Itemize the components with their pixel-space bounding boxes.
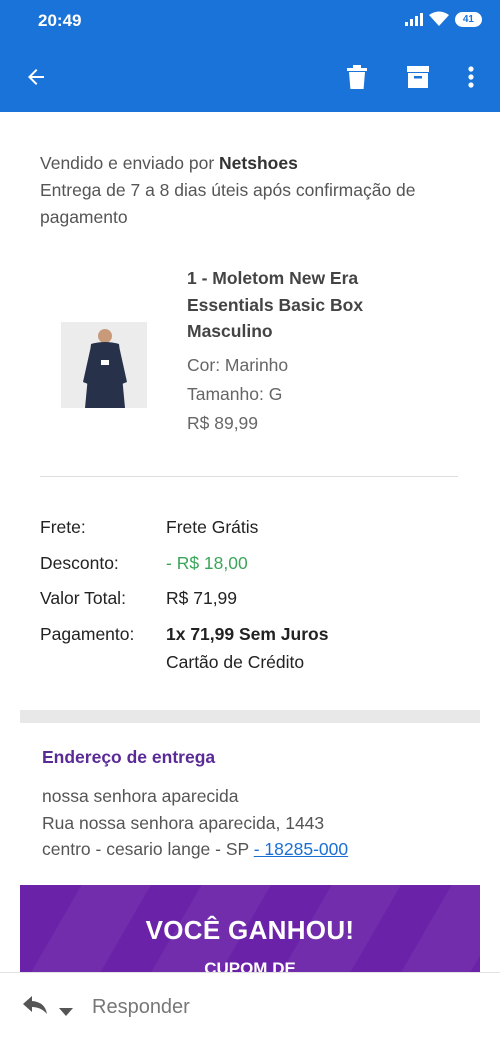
total-row: Valor Total: R$ 71,99 — [40, 585, 470, 621]
more-vert-icon[interactable] — [456, 62, 486, 92]
order-summary: Frete: Frete Grátis Desconto: - R$ 18,00… — [40, 514, 470, 672]
wifi-icon — [428, 11, 449, 26]
chevron-down-icon[interactable] — [59, 1003, 73, 1021]
zip-link[interactable]: - 18285-000 — [254, 839, 348, 859]
trash-icon[interactable] — [342, 62, 372, 92]
promo-subtitle: CUPOM DE — [204, 959, 296, 972]
product-color: Cor: Marinho — [187, 354, 289, 375]
total-value: R$ 71,99 — [166, 588, 238, 608]
seller-info: Vendido e enviado por Netshoes Entrega d… — [40, 150, 460, 231]
discount-row: Desconto: - R$ 18,00 — [40, 550, 470, 586]
delivery-address: nossa senhora aparecida Rua nossa senhor… — [42, 783, 348, 863]
delivery-text: Entrega de 7 a 8 dias úteis após confirm… — [40, 180, 416, 227]
email-body: Vendido e enviado por Netshoes Entrega d… — [0, 112, 500, 972]
product-name[interactable]: 1 - Moletom New Era Essentials Basic Box… — [187, 265, 447, 345]
product-price: R$ 89,99 — [187, 412, 259, 433]
promo-title: VOCÊ GANHOU! — [145, 915, 355, 945]
discount-value: - R$ 18,00 — [166, 552, 248, 573]
product-details: 1 - Moletom New Era Essentials Basic Box… — [187, 265, 447, 438]
address-line3: centro - cesario lange - SP — [42, 839, 254, 859]
payment-label: Pagamento: — [40, 623, 135, 644]
seller-prefix: Vendido e enviado por — [40, 153, 220, 173]
address-title: Endereço de entrega — [42, 747, 216, 767]
total-label: Valor Total: — [40, 588, 126, 608]
divider — [40, 476, 458, 477]
status-bar: 20:49 41 — [0, 0, 500, 42]
payment-method: Cartão de Crédito — [166, 652, 305, 672]
product-size: Tamanho: G — [187, 383, 283, 404]
back-arrow-icon[interactable] — [21, 62, 51, 92]
product-image[interactable] — [61, 322, 147, 408]
discount-label: Desconto: — [40, 552, 119, 573]
shipping-row: Frete: Frete Grátis — [40, 514, 470, 550]
promo-banner[interactable]: VOCÊ GANHOU! CUPOM DE — [20, 885, 480, 972]
reply-bar: Responder — [0, 972, 500, 1041]
signal-icon — [404, 12, 423, 26]
app-bar — [0, 42, 500, 112]
shipping-label: Frete: — [40, 517, 86, 537]
reply-icon[interactable] — [22, 994, 48, 1021]
payment-value: 1x 71,99 Sem Juros — [166, 623, 329, 644]
battery-level: 41 — [462, 13, 474, 25]
payment-row: Pagamento: 1x 71,99 Sem Juros — [40, 621, 470, 657]
address-line1: nossa senhora aparecida — [42, 786, 239, 806]
shipping-value: Frete Grátis — [166, 517, 259, 537]
battery-icon: 41 — [454, 11, 482, 27]
section-separator — [20, 710, 480, 723]
address-line2: Rua nossa senhora aparecida, 1443 — [42, 812, 325, 833]
seller-name: Netshoes — [219, 153, 298, 173]
system-icons: 41 — [404, 11, 482, 27]
archive-icon[interactable] — [403, 62, 433, 92]
reply-button[interactable]: Responder — [92, 996, 190, 1019]
status-time: 20:49 — [38, 11, 82, 30]
